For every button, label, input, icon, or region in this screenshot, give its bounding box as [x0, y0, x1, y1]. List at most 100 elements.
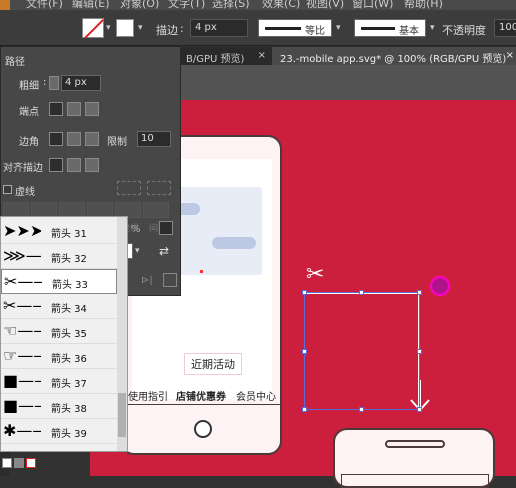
nav-guide: 使用指引	[128, 392, 168, 403]
pasteboard	[180, 65, 516, 100]
close-icon[interactable]: ×	[258, 50, 266, 61]
arrowhead-dropdown[interactable]: ➤➤➤ 箭头 31 ⋙—— 箭头 32 ✂—— 箭头 33 ✂—— 箭头 34 …	[0, 216, 128, 452]
close-icon[interactable]: ×	[506, 50, 514, 61]
menu-effect[interactable]: 效果(C)	[262, 0, 300, 10]
list-item[interactable]: ■—— 箭头 37	[1, 369, 117, 394]
resize-handle[interactable]	[302, 407, 307, 412]
arrow-34-icon: ✂——	[3, 297, 41, 315]
menu-edit[interactable]: 编辑(E)	[72, 0, 110, 10]
phone-mockup-2[interactable]	[333, 428, 495, 488]
limit-label: 限制	[107, 137, 127, 148]
link-icon[interactable]	[159, 221, 173, 235]
align-label: 对齐描边	[3, 163, 43, 174]
bevel-join-icon[interactable]	[85, 132, 99, 146]
document-tabs: B/GPU 预览) × 23.-mobile app.svg* @ 100% (…	[180, 47, 516, 65]
align-arrow-icon[interactable]: ⊳|	[141, 275, 153, 286]
stroke-label: 描边	[156, 24, 178, 37]
chevron-down-icon[interactable]: ▾	[138, 23, 143, 33]
align-arrow-icon[interactable]	[163, 273, 177, 287]
list-item[interactable]: ☜—— 箭头 35	[1, 319, 117, 344]
stepper-icon[interactable]	[49, 76, 59, 90]
scrollbar[interactable]	[117, 217, 127, 451]
control-bar: ▾ ▾ 描边 : 4 px 等比 ▾ 基本 ▾ 不透明度 100%	[0, 10, 516, 46]
scissors-icon: ✂	[306, 262, 325, 287]
app-logo	[0, 0, 10, 10]
gap-field[interactable]	[143, 202, 169, 218]
arrow-38-icon: ■——	[3, 397, 41, 415]
weight-label: 粗细	[19, 81, 39, 92]
resize-handle[interactable]	[359, 407, 364, 412]
gradient-indicator[interactable]	[14, 458, 24, 468]
tab-document-1[interactable]: B/GPU 预览) ×	[180, 47, 270, 65]
stroke-swatch[interactable]	[116, 19, 134, 37]
menu-object[interactable]: 对象(O)	[120, 0, 159, 10]
fill-indicator[interactable]	[2, 458, 12, 468]
phone-speaker	[385, 440, 445, 448]
opacity-label: 不透明度	[442, 24, 486, 37]
brush-definition[interactable]: 基本	[354, 19, 426, 37]
butt-cap-icon[interactable]	[49, 102, 63, 116]
align-outside-icon[interactable]	[85, 158, 99, 172]
recent-activity-chip: 近期活动	[184, 353, 242, 375]
chevron-down-icon[interactable]: ▾	[135, 246, 140, 256]
chevron-down-icon[interactable]: ▾	[430, 23, 435, 33]
resize-handle[interactable]	[302, 290, 307, 295]
tab-document-2[interactable]: 23.-mobile app.svg* @ 100% (RGB/GPU 预览) …	[272, 47, 516, 65]
opacity-field[interactable]: 100%	[494, 19, 516, 37]
list-item[interactable]: ☞—— 箭头 36	[1, 344, 117, 369]
corner-label: 边角	[19, 137, 39, 148]
cursor-highlight	[430, 276, 450, 296]
stroke-weight-field[interactable]: 4 px	[190, 19, 248, 37]
round-cap-icon[interactable]	[67, 102, 81, 116]
menu-file[interactable]: 文件(F)	[26, 0, 63, 10]
miter-join-icon[interactable]	[49, 132, 63, 146]
swap-arrows-icon[interactable]: ⇄	[159, 244, 169, 258]
scrollbar-thumb[interactable]	[118, 393, 126, 437]
phone-screen	[341, 474, 489, 488]
dash-align-icon[interactable]	[117, 181, 141, 195]
dash-corner-icon[interactable]	[147, 181, 171, 195]
menu-type[interactable]: 文字(T)	[168, 0, 205, 10]
resize-handle[interactable]	[417, 349, 422, 354]
list-item[interactable]: ■—— 箭头 38	[1, 394, 117, 419]
align-center-icon[interactable]	[49, 158, 63, 172]
menu-select[interactable]: 选择(S)	[212, 0, 250, 10]
scale-field[interactable]: %	[131, 224, 141, 235]
square-cap-icon[interactable]	[85, 102, 99, 116]
list-item[interactable]: ➤➤➤ 箭头 31	[1, 219, 117, 244]
arrow-35-icon: ☜——	[3, 322, 41, 340]
nav-coupons: 店铺优惠券	[176, 392, 226, 403]
arrow-33-icon: ✂——	[4, 273, 42, 291]
dashed-checkbox[interactable]	[3, 185, 12, 194]
arrow-39-icon: ✱——	[3, 422, 41, 440]
resize-handle[interactable]	[359, 290, 364, 295]
cap-label: 端点	[19, 107, 39, 118]
resize-handle[interactable]	[417, 407, 422, 412]
menu-window[interactable]: 窗口(W)	[352, 0, 393, 10]
selection-bounding-box[interactable]	[302, 290, 422, 412]
list-item[interactable]: ✱—— 箭头 39	[1, 419, 117, 444]
menu-bar: 文件(F) 编辑(E) 对象(O) 文字(T) 选择(S) 效果(C) 视图(V…	[0, 0, 516, 10]
phone-divider	[122, 404, 280, 405]
fill-swatch[interactable]	[82, 18, 104, 38]
chevron-down-icon[interactable]: ▾	[106, 23, 111, 33]
menu-help[interactable]: 帮助(H)	[404, 0, 443, 10]
placeholder-bar	[212, 237, 256, 249]
menu-view[interactable]: 视图(V)	[306, 0, 344, 10]
resize-handle[interactable]	[417, 290, 422, 295]
limit-field[interactable]: 10	[137, 131, 171, 147]
list-item-selected[interactable]: ✂—— 箭头 33	[1, 269, 117, 294]
variable-width-profile[interactable]: 等比	[258, 19, 332, 37]
anchor-point	[200, 270, 203, 273]
chevron-down-icon[interactable]: ▾	[336, 23, 341, 33]
dashed-label: 虚线	[15, 187, 35, 198]
resize-handle[interactable]	[302, 349, 307, 354]
arrow-36-icon: ☞——	[3, 347, 41, 365]
weight-field[interactable]: 4 px	[61, 75, 101, 91]
list-item[interactable]: ✂—— 箭头 34	[1, 294, 117, 319]
round-join-icon[interactable]	[67, 132, 81, 146]
arrow-32-icon: ⋙——	[3, 247, 41, 265]
list-item[interactable]: ⋙—— 箭头 32	[1, 244, 117, 269]
align-inside-icon[interactable]	[67, 158, 81, 172]
none-indicator[interactable]	[26, 458, 36, 468]
